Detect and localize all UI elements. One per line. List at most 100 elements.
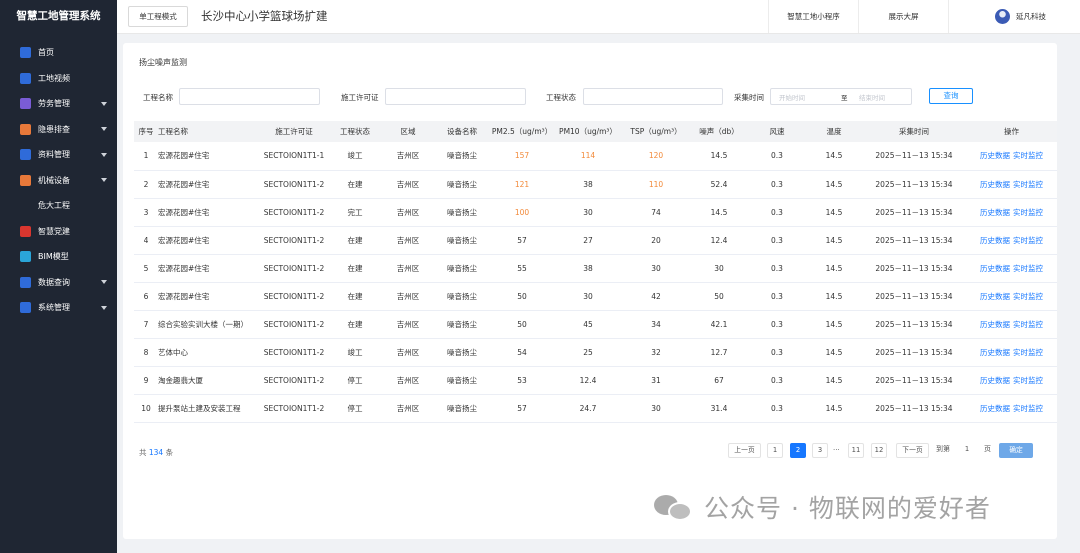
sidebar-item-7[interactable]: 智慧党建 [0,219,117,245]
permit-input[interactable] [385,88,526,105]
labor-icon [20,98,31,110]
page-button-3[interactable]: 3 [812,443,828,458]
sidebar-item-3[interactable]: 隐患排查 [0,117,117,143]
cell-noise: 12.4 [710,235,728,245]
mini-program-link[interactable]: 智慧工地小程序 [768,0,858,33]
cell-name: 艺体中心 [158,347,188,357]
table-row: 2 宏源花园#住宅 SECTOION1T1-2 在建 吉州区 噪音扬尘 121 38 110 52… [134,170,1057,198]
cell-device: 噪音扬尘 [447,291,477,301]
cell-device: 噪音扬尘 [447,207,477,217]
big-screen-link[interactable]: 展示大屏 [858,0,948,33]
table-row: 3 宏源花园#住宅 SECTOION1T1-2 完工 吉州区 噪音扬尘 100 30 74 14.… [134,198,1057,226]
cell-device: 噪音扬尘 [447,263,477,273]
realtime-monitor-link[interactable]: 实时监控 [1013,348,1043,357]
cell-time: 2025－11－13 15:34 [875,291,953,301]
cell-pm10: 25 [583,347,593,357]
sidebar-item-10[interactable]: 系统管理 [0,295,117,321]
realtime-monitor-link[interactable]: 实时监控 [1013,404,1043,413]
query-button[interactable]: 查询 [929,88,973,104]
history-data-link[interactable]: 历史数据 [980,292,1010,301]
sidebar-item-5[interactable]: 机械设备 [0,168,117,194]
cell-time: 2025－11－13 15:34 [875,235,953,245]
date-range-picker[interactable]: 开始时间 至 结束时间 [770,88,912,105]
cell-wind: 0.3 [771,347,783,357]
cell-time: 2025－11－13 15:34 [875,263,953,273]
sidebar-menu: 首页工地视频 劳务管理隐患排查资料管理 机械设备 危大工程智慧党建 BIM模型 数据查询系… [0,40,117,321]
cell-pm10: 30 [583,207,593,217]
cell-actions: 历史数据 实时监控 [966,254,1057,282]
cell-tsp: 120 [648,151,664,161]
cell-temp: 14.5 [825,179,843,189]
sidebar-item-label: 首页 [38,48,54,58]
history-data-link[interactable]: 历史数据 [980,236,1010,245]
user-menu[interactable]: 延凡科技 [948,0,1080,33]
sidebar-item-label: 智慧党建 [38,226,70,236]
confirm-page-button[interactable]: 确定 [999,443,1033,458]
history-data-link[interactable]: 历史数据 [980,320,1010,329]
prev-page-button[interactable]: 上一页 [728,443,761,458]
cell-tsp: 30 [651,403,661,413]
cell-time: 2025－11－13 15:34 [875,347,953,357]
page-button-2[interactable]: 2 [790,443,806,458]
cell-pm25: 121 [514,179,530,189]
top-header: 单工程模式 长沙中心小学篮球场扩建 智慧工地小程序 展示大屏 延凡科技 [117,0,1080,34]
cell-area: 吉州区 [396,263,420,273]
realtime-monitor-link[interactable]: 实时监控 [1013,151,1043,160]
realtime-monitor-link[interactable]: 实时监控 [1013,376,1043,385]
single-project-mode-button[interactable]: 单工程模式 [128,6,188,27]
table-body: 1 宏源花园#住宅 SECTOION1T1-1 竣工 吉州区 噪音扬尘 157 114 120 1… [134,142,1057,422]
cell-status: 在建 [347,319,363,329]
sidebar-item-2[interactable]: 劳务管理 [0,91,117,117]
realtime-monitor-link[interactable]: 实时监控 [1013,292,1043,301]
machine-icon [20,174,31,186]
cell-name: 综合实验实训大楼（一期） [158,319,248,329]
history-data-link[interactable]: 历史数据 [980,264,1010,273]
cell-time: 2025－11－13 15:34 [875,151,953,161]
goto-label: 到第 [936,445,950,453]
cell-temp: 14.5 [825,151,843,161]
sidebar-item-6[interactable]: 危大工程 [0,193,117,219]
history-data-link[interactable]: 历史数据 [980,151,1010,160]
cell-actions: 历史数据 实时监控 [966,170,1057,198]
history-data-link[interactable]: 历史数据 [980,404,1010,413]
page-button-12[interactable]: 12 [871,443,887,458]
history-data-link[interactable]: 历史数据 [980,348,1010,357]
sidebar-item-0[interactable]: 首页 [0,40,117,66]
sidebar-item-1[interactable]: 工地视频 [0,66,117,92]
cell-status: 在建 [347,291,363,301]
page-button-11[interactable]: 11 [848,443,864,458]
sidebar-item-4[interactable]: 资料管理 [0,142,117,168]
start-time-input[interactable]: 开始时间 [779,92,831,102]
sidebar-item-8[interactable]: BIM模型 [0,244,117,270]
history-data-link[interactable]: 历史数据 [980,180,1010,189]
cell-actions: 历史数据 实时监控 [966,282,1057,310]
goto-page-input[interactable]: 1 [959,443,975,458]
realtime-monitor-link[interactable]: 实时监控 [1013,320,1043,329]
project-name-input[interactable] [179,88,320,105]
column-header: 温度 [826,127,842,136]
realtime-monitor-link[interactable]: 实时监控 [1013,236,1043,245]
cell-no: 7 [143,319,149,329]
page-button-1[interactable]: 1 [767,443,783,458]
history-data-link[interactable]: 历史数据 [980,376,1010,385]
cell-pm10: 12.4 [579,375,597,385]
realtime-monitor-link[interactable]: 实时监控 [1013,208,1043,217]
status-input[interactable] [583,88,723,105]
sidebar-item-9[interactable]: 数据查询 [0,270,117,296]
app-title: 智慧工地管理系统 [16,10,101,22]
cell-temp: 14.5 [825,235,843,245]
chevron-down-icon [101,280,107,285]
cell-pm25: 157 [514,151,530,161]
cell-noise: 14.5 [710,207,728,217]
history-data-link[interactable]: 历史数据 [980,208,1010,217]
realtime-monitor-link[interactable]: 实时监控 [1013,180,1043,189]
next-page-button[interactable]: 下一页 [896,443,929,458]
cell-actions: 历史数据 实时监控 [966,394,1057,422]
cell-area: 吉州区 [396,347,420,357]
cell-no: 3 [143,207,149,217]
sidebar-item-label: 隐患排查 [38,124,70,134]
end-time-input[interactable]: 结束时间 [859,92,885,102]
realtime-monitor-link[interactable]: 实时监控 [1013,264,1043,273]
cell-name: 提升泵站土建及安装工程 [158,403,241,413]
cell-wind: 0.3 [771,179,783,189]
